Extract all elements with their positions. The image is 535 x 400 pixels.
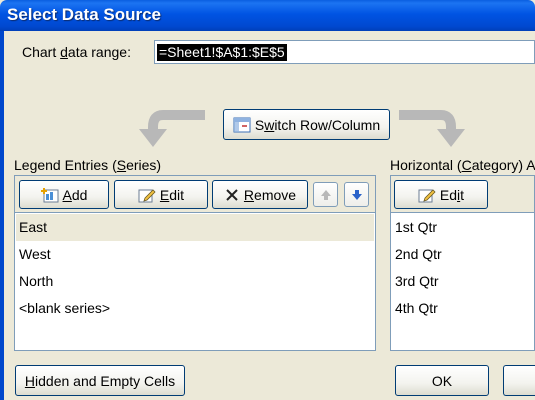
- list-item[interactable]: 3rd Qtr: [392, 268, 533, 295]
- title-bar[interactable]: Select Data Source: [0, 0, 535, 31]
- select-data-source-dialog: Select Data Source Chart data range: =Sh…: [0, 0, 535, 400]
- edit-category-button[interactable]: Ed i t: [394, 180, 488, 209]
- list-item[interactable]: <blank series>: [16, 295, 374, 322]
- list-item[interactable]: West: [16, 241, 374, 268]
- curved-arrow-left-icon: [139, 110, 205, 147]
- curved-arrow-right-icon: [399, 110, 465, 147]
- add-series-button[interactable]: Add: [19, 180, 109, 209]
- ok-button[interactable]: OK: [395, 365, 489, 396]
- switch-row-column-button[interactable]: Sw itch Row/Column: [223, 109, 390, 140]
- add-series-icon: [40, 187, 59, 202]
- chart-data-range-input[interactable]: =Sheet1!$A$1:$E$5: [154, 40, 535, 64]
- arrow-down-icon: [351, 189, 362, 200]
- hidden-and-empty-cells-button[interactable]: Hidden and Empty Cells: [15, 365, 185, 396]
- list-item[interactable]: 2nd Qtr: [392, 241, 533, 268]
- remove-x-icon: [226, 188, 238, 201]
- category-axis-heading: Horizontal (Category) A: [390, 157, 535, 173]
- chart-data-range-label: Chart data range:: [22, 44, 131, 60]
- move-down-button[interactable]: [344, 182, 369, 207]
- list-item[interactable]: North: [16, 268, 374, 295]
- edit-series-button[interactable]: Edit: [114, 180, 208, 209]
- list-item[interactable]: East: [16, 214, 374, 241]
- edit-pencil-icon: [418, 188, 436, 202]
- arrow-up-icon: [320, 189, 331, 200]
- category-labels-list[interactable]: 1st Qtr 2nd Qtr 3rd Qtr 4th Qtr: [390, 212, 535, 351]
- remove-series-button[interactable]: Remove: [212, 180, 308, 209]
- window-title: Select Data Source: [7, 5, 162, 24]
- list-item[interactable]: 1st Qtr: [392, 214, 533, 241]
- chart-data-range-value: =Sheet1!$A$1:$E$5: [157, 44, 287, 61]
- edit-pencil-icon: [138, 188, 156, 202]
- move-up-button[interactable]: [313, 182, 338, 207]
- cancel-button-partial[interactable]: [503, 365, 535, 396]
- switch-row-column-icon: [233, 117, 251, 132]
- legend-entries-heading: Legend Entries (Series): [14, 157, 162, 173]
- legend-series-list[interactable]: East West North <blank series>: [14, 212, 376, 351]
- list-item[interactable]: 4th Qtr: [392, 295, 533, 322]
- window-left-border: [0, 31, 4, 400]
